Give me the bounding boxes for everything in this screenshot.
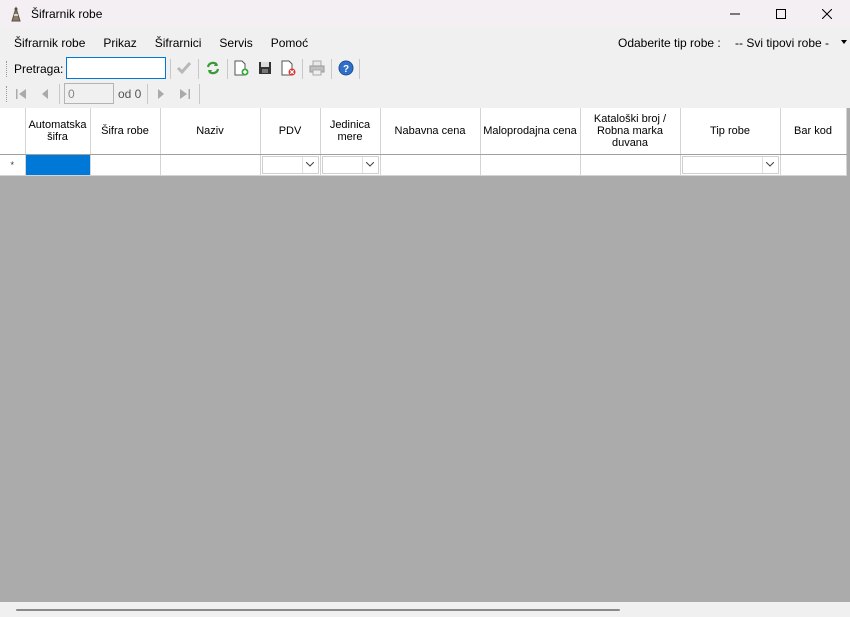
pdv-combo[interactable]	[261, 155, 319, 174]
menu-servis[interactable]: Servis	[210, 31, 261, 55]
toolbar-separator	[198, 59, 199, 79]
cell-tip-robe[interactable]	[680, 154, 781, 176]
toolbar-separator	[170, 59, 171, 79]
tip-robe-select[interactable]: -- Svi tipovi robe -	[729, 33, 850, 53]
menu-sifrarnici[interactable]: Šifrarnici	[146, 31, 211, 55]
cell-katalogski-broj[interactable]	[580, 154, 681, 176]
search-label: Pretraga:	[14, 62, 64, 76]
chevron-down-icon	[841, 40, 847, 44]
cell-maloprodajna-cena[interactable]	[480, 154, 581, 176]
tip-robe-value: -- Svi tipovi robe -	[735, 36, 830, 50]
col-pdv[interactable]: PDV	[260, 108, 321, 155]
first-record-icon[interactable]	[12, 85, 30, 103]
col-jedinica-mere[interactable]: Jedinica mere	[320, 108, 381, 155]
print-icon[interactable]	[308, 59, 326, 77]
tip-robe-combo[interactable]	[681, 155, 779, 174]
col-nabavna-cena[interactable]: Nabavna cena	[380, 108, 481, 155]
delete-document-icon[interactable]	[279, 59, 297, 77]
app-logo-icon	[8, 6, 24, 22]
menu-prikaz[interactable]: Prikaz	[94, 31, 145, 55]
toolbar-separator	[302, 59, 303, 79]
cell-jedinica-mere[interactable]	[320, 154, 381, 176]
cell-naziv[interactable]	[160, 154, 261, 176]
table-row-new[interactable]: *	[0, 154, 847, 176]
window-title: Šifrarnik robe	[31, 7, 103, 21]
next-record-icon[interactable]	[152, 85, 170, 103]
horizontal-scrollbar[interactable]	[0, 602, 850, 617]
maximize-button[interactable]	[758, 0, 804, 28]
title-bar: Šifrarnik robe	[0, 0, 850, 28]
toolbar-separator	[359, 59, 360, 79]
toolbar-grip[interactable]	[6, 86, 8, 102]
col-naziv[interactable]: Naziv	[160, 108, 261, 155]
toolbar-separator	[147, 84, 148, 104]
grid-header-row: Automatska šifra Šifra robe Naziv PDV Je…	[0, 108, 847, 155]
cell-bar-kod[interactable]	[780, 154, 847, 176]
binding-navigator: od 0	[0, 82, 850, 106]
last-record-icon[interactable]	[176, 85, 194, 103]
data-grid[interactable]: Automatska šifra Šifra robe Naziv PDV Je…	[0, 108, 850, 602]
menu-pomoc[interactable]: Pomoć	[262, 31, 317, 55]
col-sifra-robe[interactable]: Šifra robe	[90, 108, 161, 155]
close-button[interactable]	[804, 0, 850, 28]
cell-nabavna-cena[interactable]	[380, 154, 481, 176]
minimize-button[interactable]	[712, 0, 758, 28]
new-document-icon[interactable]	[232, 59, 250, 77]
col-katalogski-broj[interactable]: Kataloški broj / Robna marka duvana	[580, 108, 681, 155]
search-input[interactable]	[66, 57, 166, 79]
checkmark-icon[interactable]	[175, 59, 193, 77]
refresh-icon[interactable]	[204, 59, 222, 77]
toolbar-separator	[227, 59, 228, 79]
col-automatska-sifra[interactable]: Automatska šifra	[25, 108, 91, 155]
chevron-down-icon[interactable]	[301, 156, 318, 173]
col-tip-robe[interactable]: Tip robe	[680, 108, 781, 155]
cell-automatska-sifra[interactable]	[25, 154, 91, 176]
tip-robe-label: Odaberite tip robe :	[618, 36, 721, 50]
cell-sifra-robe[interactable]	[90, 154, 161, 176]
maximize-icon	[776, 9, 786, 19]
record-count-label: od 0	[118, 87, 142, 101]
toolbar-separator	[331, 59, 332, 79]
record-position-input[interactable]	[64, 83, 114, 104]
toolbar-separator	[199, 84, 200, 104]
previous-record-icon[interactable]	[36, 85, 54, 103]
jedinica-mere-combo[interactable]	[321, 155, 379, 174]
svg-text:?: ?	[343, 64, 349, 75]
help-icon[interactable]: ?	[337, 59, 355, 77]
toolbar-grip[interactable]	[6, 61, 8, 77]
cell-pdv[interactable]	[260, 154, 321, 176]
menu-sifrarnik-robe[interactable]: Šifrarnik robe	[0, 31, 94, 55]
new-row-marker[interactable]: *	[0, 154, 26, 176]
scrollbar-thumb[interactable]	[16, 609, 620, 611]
chevron-down-icon[interactable]	[361, 156, 378, 173]
minimize-icon	[730, 13, 740, 15]
col-maloprodajna-cena[interactable]: Maloprodajna cena	[480, 108, 581, 155]
chevron-down-icon[interactable]	[761, 156, 778, 173]
toolbar-separator	[59, 84, 60, 104]
menu-bar: Šifrarnik robe Prikaz Šifrarnici Servis …	[0, 31, 850, 55]
close-icon	[822, 9, 832, 19]
save-icon[interactable]	[256, 59, 274, 77]
row-header-corner[interactable]	[0, 108, 26, 155]
col-bar-kod[interactable]: Bar kod	[780, 108, 847, 155]
